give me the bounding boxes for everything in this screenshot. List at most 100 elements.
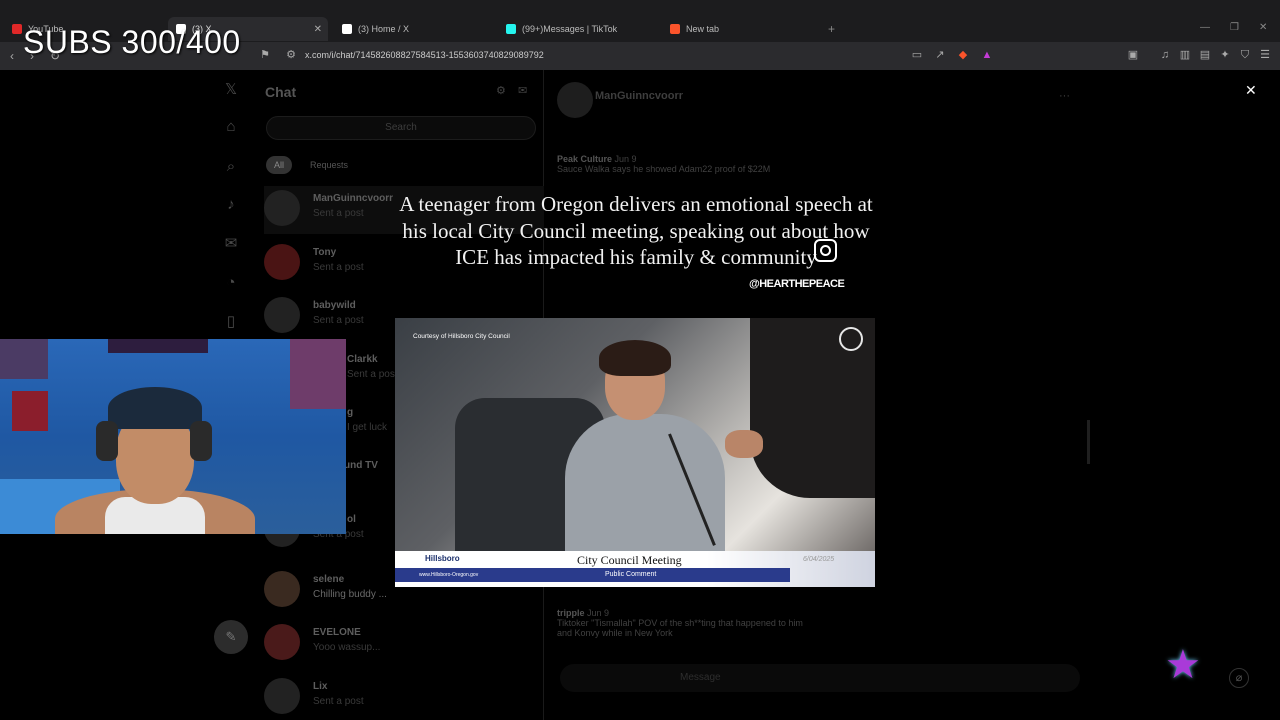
hoodie xyxy=(565,414,725,574)
lower-third-subtitle: Public Comment xyxy=(605,571,657,578)
instagram-handle: @HEARTHEPEACE xyxy=(749,278,845,290)
speaker-hair xyxy=(599,340,671,376)
filter-requests[interactable]: Requests xyxy=(302,156,356,174)
more-options-icon[interactable]: ··· xyxy=(1059,90,1070,102)
wallet-icon[interactable]: ▤ xyxy=(1198,48,1212,62)
site-info-icon[interactable]: ⚙ xyxy=(284,48,298,62)
subs-counter: SUBS 300/400 xyxy=(23,24,241,60)
close-tab-icon[interactable]: ✕ xyxy=(314,24,322,35)
conversation-preview: Sent a post xyxy=(313,262,364,273)
conversation-name: Lix xyxy=(313,681,328,692)
conversation-name: babywild xyxy=(313,300,356,311)
conversation-item[interactable]: Lix Sent a post xyxy=(264,674,544,720)
conversation-preview: Sent a post xyxy=(313,696,364,707)
dm-header-name: ManGuinncvoorr xyxy=(595,90,684,102)
quoted-post[interactable]: Peak Culture Jun 9 Sauce Walka says he s… xyxy=(557,154,817,174)
chat-title: Chat xyxy=(265,84,297,100)
maximize-icon[interactable]: ❐ xyxy=(1230,22,1239,33)
lower-third-title: City Council Meeting xyxy=(577,553,682,567)
conversation-name: Clarkk xyxy=(347,354,378,365)
brave-shields-icon[interactable]: ◆ xyxy=(956,48,970,62)
media-icon[interactable]: ♫ xyxy=(1158,48,1172,62)
avatar xyxy=(264,571,300,607)
quote-author: tripple xyxy=(557,608,585,618)
bookmarks-icon[interactable]: ▯ xyxy=(222,312,240,330)
video-date: 6/04/2025 xyxy=(803,556,835,563)
home-icon[interactable]: ⌂ xyxy=(222,118,240,136)
conversation-name: und TV xyxy=(344,460,378,471)
scrollbar[interactable] xyxy=(1087,420,1090,464)
conversation-name: selene xyxy=(313,574,345,585)
conversation-preview: Sent a post xyxy=(313,315,364,326)
grok-bubble-icon[interactable]: ⌀ xyxy=(1229,668,1249,688)
filter-all[interactable]: All xyxy=(266,156,293,174)
avatar xyxy=(264,678,300,714)
conversation-preview: I get luck xyxy=(347,422,388,433)
quote-date: Jun 9 xyxy=(587,608,610,618)
close-media-icon[interactable]: ✕ xyxy=(1245,82,1257,99)
beanie xyxy=(108,387,202,429)
avatar xyxy=(264,624,300,660)
x-logo-icon xyxy=(342,24,352,34)
tab-label: (99+)Messages | TikTok xyxy=(522,24,618,34)
supporting-hand xyxy=(725,430,763,458)
avatar xyxy=(264,244,300,280)
quote-author: Peak Culture xyxy=(557,154,613,164)
brave-rewards-icon[interactable]: ▲ xyxy=(980,48,994,62)
conversation-name: ol xyxy=(347,514,356,525)
star-logo-icon: ★ xyxy=(1165,643,1201,687)
settings-icon[interactable]: ⚙ xyxy=(496,84,506,97)
quote-text: Sauce Walka says he showed Adam22 proof … xyxy=(557,164,771,174)
post-button[interactable]: ✎ xyxy=(214,620,248,654)
conversation-preview: Sent a post xyxy=(313,208,364,219)
x-logo-icon[interactable]: 𝕏 xyxy=(222,80,240,98)
new-message-icon[interactable]: ✉ xyxy=(518,84,527,97)
headphones-icon xyxy=(190,421,212,461)
quote-text: Tiktoker "Tismallah" POV of the sh**ting… xyxy=(557,618,803,638)
back-icon[interactable]: ‹ xyxy=(10,49,14,63)
grok-icon[interactable]: ◔ xyxy=(222,274,240,292)
close-window-icon[interactable]: ✕ xyxy=(1259,22,1267,33)
video-player[interactable]: Courtesy of Hillsboro City Council Hills… xyxy=(395,318,875,587)
tab-new[interactable]: New tab xyxy=(662,17,822,41)
town-logo: Hillsboro xyxy=(425,554,460,563)
wall-poster xyxy=(12,391,48,431)
share-icon[interactable]: ↗ xyxy=(933,48,947,62)
video-credit: Courtesy of Hillsboro City Council xyxy=(413,333,510,340)
tab-tiktok[interactable]: (99+)Messages | TikTok xyxy=(498,17,658,41)
explore-icon[interactable]: ⌕ xyxy=(222,158,240,176)
conversation-name: Tony xyxy=(313,247,337,258)
bookmark-icon[interactable]: ⚑ xyxy=(258,48,272,62)
avatar xyxy=(264,190,300,226)
quoted-post[interactable]: tripple Jun 9 Tiktoker "Tismallah" POV o… xyxy=(557,608,817,638)
webcam-feed xyxy=(0,339,346,534)
instagram-icon xyxy=(814,239,837,262)
leo-ai-icon[interactable]: ✦ xyxy=(1218,48,1232,62)
search-input[interactable]: Search xyxy=(266,116,536,140)
message-input[interactable]: Message xyxy=(560,664,1080,692)
wall-poster xyxy=(290,339,346,409)
menu-icon[interactable]: ☰ xyxy=(1258,48,1272,62)
vpn-icon[interactable]: ⛉ xyxy=(1238,48,1252,62)
avatar xyxy=(264,297,300,333)
sidebar-icon[interactable]: ▣ xyxy=(1126,48,1140,62)
youtube-icon xyxy=(12,24,22,34)
tab-label: (3) Home / X xyxy=(358,24,410,34)
brave-icon xyxy=(670,24,680,34)
reader-icon[interactable]: ▥ xyxy=(1178,48,1192,62)
conversation-preview: Yooo wassup... xyxy=(313,642,381,653)
quote-date: Jun 9 xyxy=(614,154,637,164)
minimize-icon[interactable]: — xyxy=(1200,22,1210,33)
new-tab-button[interactable]: + xyxy=(828,22,835,36)
messages-icon[interactable]: ✉ xyxy=(222,234,240,252)
tiktok-icon xyxy=(506,24,516,34)
notifications-icon[interactable]: ♪ xyxy=(222,196,240,214)
cast-icon[interactable]: ▭ xyxy=(910,48,924,62)
conversation-item[interactable]: EVELONE Yooo wassup... xyxy=(264,620,544,668)
avatar xyxy=(557,82,593,118)
town-website: www.Hillsboro-Oregon.gov xyxy=(419,572,479,578)
tab-x-home[interactable]: (3) Home / X xyxy=(334,17,494,41)
conversation-name: g xyxy=(347,407,354,418)
url-field[interactable]: x.com/i/chat/714582608827584513-15536037… xyxy=(305,50,544,60)
post-caption: A teenager from Oregon delivers an emoti… xyxy=(399,192,873,269)
